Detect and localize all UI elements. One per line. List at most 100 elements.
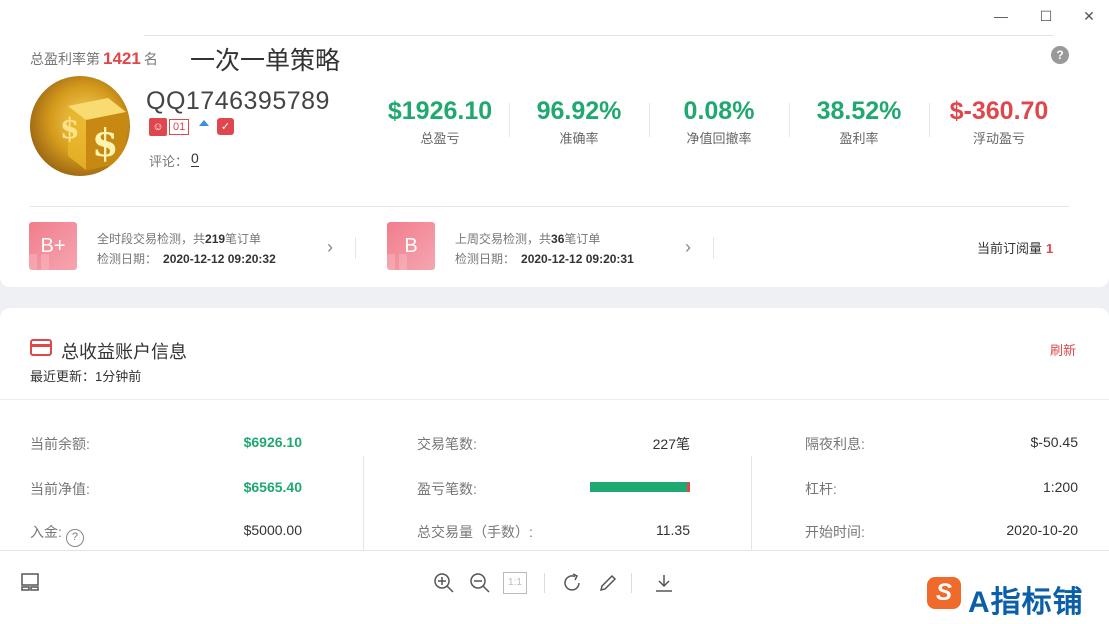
field-label: 当前净值: [30,481,90,497]
rank-number: 1421 [103,49,141,68]
sogou-logo-icon: S [927,577,961,609]
stat-profit-rate: 38.52% 盈利率 [789,97,929,147]
chevron-right-icon[interactable]: › [327,237,333,258]
grade-bars [387,254,435,270]
comment-count[interactable]: 0 [191,150,199,167]
strategy-name: 一次一单策略 [190,47,341,75]
close-button[interactable]: ✕ [1078,6,1100,26]
subscription-number: 1 [1046,241,1054,256]
grade-badge[interactable]: B [387,222,435,270]
field-label: 开始时间: [805,524,865,540]
help-icon[interactable]: ? [1051,46,1069,64]
divider [0,399,1109,400]
stat-label: 浮动盈亏 [972,131,1025,146]
download-icon[interactable] [651,571,677,597]
divider [713,237,714,259]
card-icon [30,339,52,356]
field-label: 入金: [30,524,62,540]
field-label: 盈亏笔数: [417,481,477,497]
username: QQ1746395789 [146,87,330,115]
profile-card: 总盈利率第 1421 名 一次一单策略 ? $ $ QQ1746395789 ☺ 0… [0,33,1109,287]
stat-value: 96.92% [536,97,622,125]
arrow-up-icon [199,120,209,126]
field-label: 隔夜利息: [805,436,865,452]
zoom-out-icon[interactable] [467,571,493,597]
stat-total-pnl: $1926.10 总盈亏 [370,97,510,147]
detection-date: 2020-12-12 09:20:32 [163,252,276,266]
chevron-right-icon[interactable]: › [685,237,691,258]
level-badge: 01 [169,119,190,135]
detection-info-week[interactable]: 上周交易检测，共36笔订单 检测日期： 2020-12-12 09:20:31 [455,229,634,269]
help-icon[interactable]: ? [65,529,84,547]
stat-label: 准确率 [559,131,599,146]
detection-text: 上周交易检测，共 [455,232,552,246]
svg-text:$: $ [92,120,118,165]
zoom-in-glyph [434,573,454,593]
zoom-in-icon[interactable] [431,571,457,597]
watermark-logo: A指标铺 [968,586,1084,619]
stat-value: $1926.10 [387,97,493,125]
maximize-button[interactable]: ☐ [1035,6,1057,26]
detection-info-all[interactable]: 全时段交易检测，共219笔订单 检测日期： 2020-12-12 09:20:32 [97,229,276,269]
viewer-toolbar: 1:1 S A指标铺 [0,550,1109,624]
grade-badge[interactable]: B+ [29,222,77,270]
field-label: 交易笔数: [417,436,477,452]
stat-value: 38.52% [816,97,902,125]
divider [144,35,1054,36]
avatar: $ $ [30,76,130,176]
field-label: 当前余额: [30,436,90,452]
stat-accuracy: 96.92% 准确率 [509,97,649,147]
actual-size-icon[interactable]: 1:1 [503,572,527,594]
layout-icon[interactable] [17,571,43,597]
edit-icon[interactable] [595,571,621,597]
stat-label: 盈利率 [839,131,879,146]
detection-date-label: 检测日期： [455,252,516,266]
equity-value: $6565.40 [243,479,302,495]
stat-drawdown: 0.08% 净值回撤率 [649,97,789,147]
divider [751,456,752,550]
subscription-count: 当前订阅量 1 [977,238,1053,257]
win-fill [590,482,687,492]
svg-text:$: $ [60,112,79,145]
deposit-label: 入金:? [30,522,84,547]
rotate-icon[interactable] [559,571,585,597]
stat-label: 净值回撤率 [686,131,752,146]
grade-bars [29,254,77,270]
stat-label: 总盈亏 [420,131,460,146]
detection-text: 全时段交易检测，共 [97,232,206,246]
rank-prefix: 总盈利率第 [30,51,100,67]
rank-suffix: 名 [143,51,158,67]
balance-value: $6926.10 [243,434,302,450]
field-label: 杠杆: [805,481,837,497]
minimize-button[interactable]: — [990,6,1012,26]
detection-text: 笔订单 [564,232,601,246]
account-card: 总收益账户信息 刷新 最近更新：1分钟前 当前余额: $6926.10 当前净值… [0,308,1109,550]
last-updated: 最近更新：1分钟前 [30,369,142,384]
rotate-glyph [564,573,580,591]
layout-glyph [21,573,39,591]
refresh-link[interactable]: 刷新 [1050,340,1076,359]
detection-count: 36 [551,232,565,246]
divider [631,573,632,593]
leverage-value: 1:200 [1042,479,1078,495]
divider [30,206,1069,207]
detection-date-label: 检测日期： [97,252,158,266]
trades-value: 227笔 [652,436,690,452]
title-bar: — ☐ ✕ [0,0,1109,33]
divider [363,456,364,550]
dollar-cube-icon: $ $ [60,98,126,170]
detection-date: 2020-12-12 09:20:31 [521,252,634,266]
divider [355,237,356,259]
detection-count: 219 [205,232,226,246]
field-label: 总交易量（手数）: [417,524,533,540]
zoom-out-glyph [470,573,490,593]
shield-icon: ✓ [217,118,234,135]
win-loss-bar [590,482,690,492]
swap-value: $-50.45 [1030,434,1078,450]
edit-glyph [599,574,617,592]
stat-floating-pnl: $-360.70 浮动盈亏 [929,97,1069,147]
detection-text: 笔订单 [225,232,262,246]
download-glyph [656,575,672,592]
comment-label: 评论： [149,154,189,169]
rank-text: 总盈利率第 1421 名 [30,49,158,69]
